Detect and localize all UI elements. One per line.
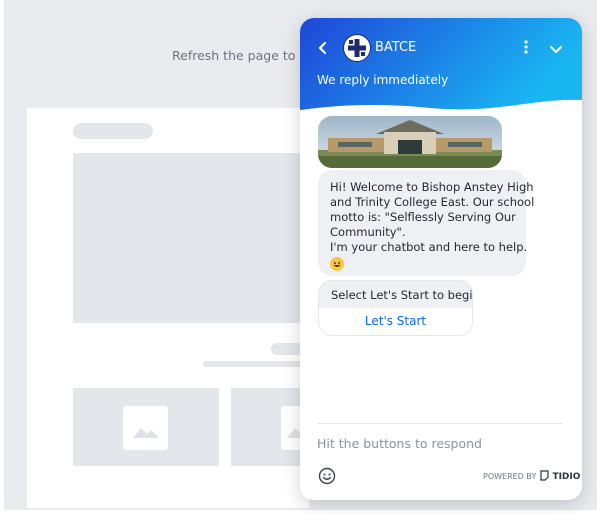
grinning-face-emoji	[330, 257, 344, 271]
chat-title: BATCE	[375, 40, 417, 55]
message-line: Community".	[330, 225, 406, 239]
back-button[interactable]	[315, 40, 331, 56]
chat-header: BATCE We reply immediately	[300, 18, 582, 128]
message-line: Hi! Welcome to Bishop Anstey High	[330, 180, 534, 194]
kebab-menu-icon	[524, 40, 528, 54]
message-line: I'm your chatbot and here to help.	[330, 240, 528, 254]
chat-widget: BATCE We reply immediately Hi! Welcome t…	[300, 18, 582, 500]
divider	[317, 423, 563, 424]
avatar	[343, 34, 371, 62]
menu-button[interactable]	[521, 38, 531, 56]
lets-start-button[interactable]: Let's Start	[319, 308, 472, 335]
emoji-button[interactable]	[318, 467, 336, 485]
page-skeleton	[27, 108, 326, 508]
brand-name: TIDIO	[552, 472, 581, 482]
school-crest-icon	[345, 36, 369, 60]
skeleton-title	[73, 123, 153, 139]
chevron-down-icon	[550, 46, 562, 53]
chat-subtitle: We reply immediately	[317, 73, 449, 87]
message-line: and Trinity College East. Our school	[330, 195, 535, 209]
school-building-image	[318, 116, 502, 168]
collapse-button[interactable]	[549, 41, 563, 53]
skeleton-image	[73, 388, 219, 466]
powered-by[interactable]: POWERED BY TIDIO	[483, 470, 580, 484]
skeleton-hero	[73, 153, 313, 323]
powered-by-label: POWERED BY	[483, 472, 537, 481]
tidio-logo-icon	[540, 470, 549, 481]
bot-message: Hi! Welcome to Bishop Anstey High and Tr…	[318, 170, 535, 276]
image-placeholder-icon	[123, 406, 168, 450]
school-photo	[318, 116, 502, 168]
smiley-icon	[318, 467, 336, 485]
message-input[interactable]: Hit the buttons to respond	[317, 436, 482, 451]
message-line: motto is: "Selflessly Serving Our	[330, 210, 516, 224]
skeleton-line	[203, 361, 313, 367]
chevron-left-icon	[318, 41, 327, 55]
skeleton-image	[231, 388, 326, 466]
refresh-message: Refresh the page to rest	[172, 48, 312, 63]
bot-message-with-button: Select Let's Start to begin. Let's Start	[318, 280, 473, 336]
message-text: Select Let's Start to begin.	[331, 288, 473, 302]
